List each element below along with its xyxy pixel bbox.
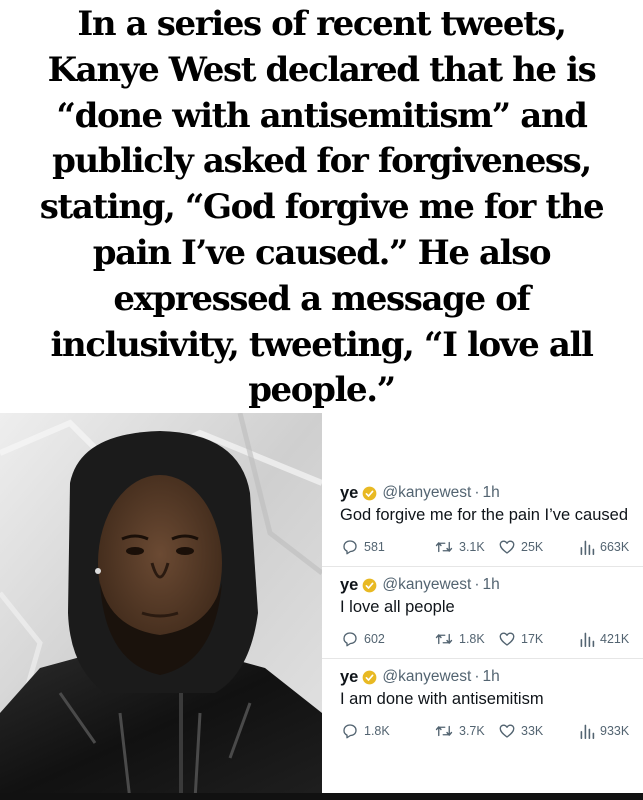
retweet-button[interactable]: 3.1K — [434, 536, 485, 558]
tweet-text: God forgive me for the pain I’ve caused — [340, 506, 628, 524]
reply-button[interactable]: 581 — [341, 536, 385, 558]
timestamp[interactable]: 1h — [483, 576, 500, 594]
like-button[interactable]: 25K — [498, 536, 543, 558]
headline-line: pain I’ve caused.” He also — [92, 232, 552, 273]
retweet-count: 3.7K — [459, 724, 485, 738]
user-handle[interactable]: @kanyewest — [382, 576, 471, 594]
views-icon — [580, 540, 595, 555]
reply-icon — [343, 632, 357, 647]
reply-icon — [343, 724, 357, 739]
tweet-card[interactable]: ye @kanyewest · 1h God forgive me for th… — [322, 482, 643, 567]
reply-icon — [343, 540, 357, 555]
views-button[interactable]: 421K — [579, 628, 629, 650]
views-button[interactable]: 663K — [579, 536, 629, 558]
headline: In a series of recent tweets, Kanye West… — [6, 2, 637, 414]
tweet-actions: 602 1.8K 17K 421K — [322, 628, 643, 650]
portrait-photo — [0, 413, 322, 800]
headline-line: people.” — [248, 370, 396, 411]
reply-count: 1.8K — [364, 724, 390, 738]
tweet-actions: 1.8K 3.7K 33K 933K — [322, 720, 643, 742]
retweet-button[interactable]: 3.7K — [434, 720, 485, 742]
views-button[interactable]: 933K — [579, 720, 629, 742]
display-name[interactable]: ye — [340, 668, 358, 687]
tweet-card[interactable]: ye @kanyewest · 1h I am done with antise… — [322, 666, 643, 751]
tweet-card[interactable]: ye @kanyewest · 1h I love all people 602… — [322, 574, 643, 659]
headline-line: inclusivity, tweeting, “I love all — [50, 324, 594, 365]
retweet-icon — [435, 725, 453, 737]
views-icon — [580, 724, 595, 739]
reply-button[interactable]: 602 — [341, 628, 385, 650]
headline-line: “done with antisemitism” and — [56, 95, 588, 136]
reply-button[interactable]: 1.8K — [341, 720, 390, 742]
headline-line: Kanye West declared that he is — [47, 49, 597, 90]
separator-dot: · — [474, 484, 480, 501]
like-count: 33K — [521, 724, 544, 738]
tweet-header: ye @kanyewest · 1h — [340, 482, 500, 504]
tweet-actions: 581 3.1K 25K 663K — [322, 536, 643, 558]
like-count: 25K — [521, 540, 544, 554]
retweet-button[interactable]: 1.8K — [434, 628, 485, 650]
retweet-count: 1.8K — [459, 632, 485, 646]
heart-icon — [499, 632, 515, 646]
user-handle[interactable]: @kanyewest — [382, 484, 471, 502]
retweet-count: 3.1K — [459, 540, 485, 554]
headline-line: publicly asked for forgiveness, — [52, 141, 592, 182]
headline-line: expressed a message of — [113, 278, 531, 319]
separator-dot: · — [474, 576, 480, 593]
timestamp[interactable]: 1h — [483, 484, 500, 502]
user-handle[interactable]: @kanyewest — [382, 668, 471, 686]
verified-badge-icon — [362, 578, 377, 592]
views-icon — [580, 632, 595, 647]
heart-icon — [499, 540, 515, 554]
view-count: 421K — [600, 632, 630, 646]
separator-dot: · — [474, 668, 480, 685]
like-button[interactable]: 33K — [498, 720, 543, 742]
like-count: 17K — [521, 632, 544, 646]
reply-count: 602 — [364, 632, 385, 646]
bottom-border — [0, 793, 643, 800]
like-button[interactable]: 17K — [498, 628, 543, 650]
retweet-icon — [435, 541, 453, 553]
view-count: 933K — [600, 724, 630, 738]
heart-icon — [499, 724, 515, 738]
display-name[interactable]: ye — [340, 576, 358, 595]
reply-count: 581 — [364, 540, 385, 554]
verified-badge-icon — [362, 486, 377, 500]
tweet-text: I am done with antisemitism — [340, 690, 544, 708]
verified-badge-icon — [362, 670, 377, 684]
view-count: 663K — [600, 540, 630, 554]
retweet-icon — [435, 633, 453, 645]
display-name[interactable]: ye — [340, 484, 358, 503]
timestamp[interactable]: 1h — [483, 668, 500, 686]
tweet-header: ye @kanyewest · 1h — [340, 666, 500, 688]
tweet-text: I love all people — [340, 598, 455, 616]
headline-line: stating, “God forgive me for the — [39, 187, 605, 228]
headline-line: In a series of recent tweets, — [77, 4, 567, 44]
portrait-illustration — [0, 413, 322, 800]
tweet-list: ye @kanyewest · 1h God forgive me for th… — [322, 413, 643, 800]
tweet-header: ye @kanyewest · 1h — [340, 574, 500, 596]
